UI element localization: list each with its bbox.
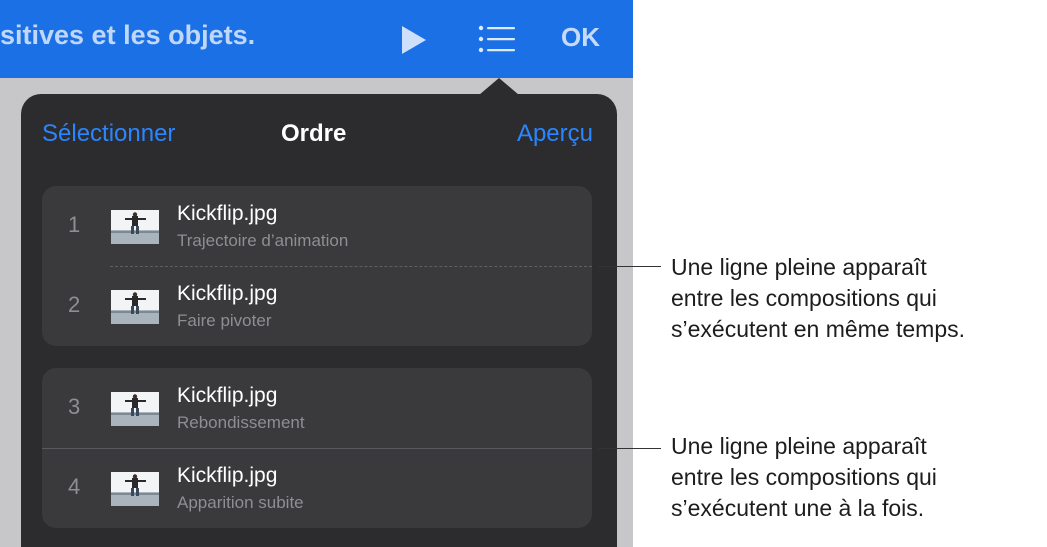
- build-row-2[interactable]: 2 Kickflip.jpg Faire pivoter: [42, 266, 592, 346]
- build-number: 1: [68, 212, 81, 237]
- ok-button[interactable]: OK: [561, 22, 600, 53]
- build-row-1[interactable]: 1 Kickflip.jpg Trajectoire d’animation: [42, 186, 592, 266]
- build-effect-name: Rebondissement: [177, 413, 305, 432]
- popover-title: Ordre: [281, 120, 347, 147]
- callout-simultaneous: Une ligne pleine apparaît entre les comp…: [671, 252, 1047, 345]
- build-object-name: Kickflip.jpg: [177, 464, 278, 487]
- image-thumbnail: [111, 210, 159, 244]
- callout-text-line: s’exécutent en même temps.: [671, 316, 966, 342]
- callout-text-line: entre les compositions qui: [671, 285, 937, 311]
- build-number: 3: [68, 394, 81, 419]
- callout-leader-line: [598, 266, 661, 267]
- callout-text-line: Une ligne pleine apparaît: [671, 254, 927, 280]
- animation-list-button[interactable]: [476, 20, 516, 58]
- callout-text-line: s’exécutent une à la fois.: [671, 495, 925, 521]
- image-thumbnail: [111, 290, 159, 324]
- build-object-name: Kickflip.jpg: [177, 384, 278, 407]
- list-icon: [478, 25, 515, 53]
- build-object-name: Kickflip.jpg: [177, 282, 278, 305]
- app-window: sitives et les objets. OK Sélectionner O…: [0, 0, 633, 547]
- image-thumbnail: [111, 392, 159, 426]
- toolbar: sitives et les objets. OK: [0, 0, 633, 78]
- callout-leader-line: [598, 448, 661, 449]
- image-thumbnail: [111, 472, 159, 506]
- build-effect-name: Apparition subite: [177, 493, 304, 512]
- preview-button[interactable]: Aperçu: [517, 120, 593, 148]
- build-row-3[interactable]: 3 Kickflip.jpg Rebondissement: [42, 368, 592, 448]
- build-effect-name: Trajectoire d’animation: [177, 231, 349, 250]
- build-effect-name: Faire pivoter: [177, 311, 272, 330]
- build-object-name: Kickflip.jpg: [177, 202, 278, 225]
- select-button[interactable]: Sélectionner: [42, 120, 175, 148]
- build-row-4[interactable]: 4 Kickflip.jpg Apparition subite: [42, 448, 592, 528]
- document-title: sitives et les objets.: [0, 20, 256, 50]
- play-button[interactable]: [396, 22, 432, 58]
- build-number: 4: [68, 474, 81, 499]
- animation-order-popover: Sélectionner Ordre Aperçu 1 Kickflip.jpg…: [21, 94, 617, 547]
- callout-text-line: Une ligne pleine apparaît: [671, 433, 927, 459]
- callout-sequential: Une ligne pleine apparaît entre les comp…: [671, 431, 1047, 524]
- build-number: 2: [68, 292, 81, 317]
- play-icon: [402, 26, 426, 54]
- build-group-simultaneous: 1 Kickflip.jpg Trajectoire d’animation 2…: [42, 186, 592, 346]
- popover-arrow: [479, 78, 519, 95]
- build-group-sequential: 3 Kickflip.jpg Rebondissement 4 Kickflip…: [42, 368, 592, 528]
- callout-text-line: entre les compositions qui: [671, 464, 937, 490]
